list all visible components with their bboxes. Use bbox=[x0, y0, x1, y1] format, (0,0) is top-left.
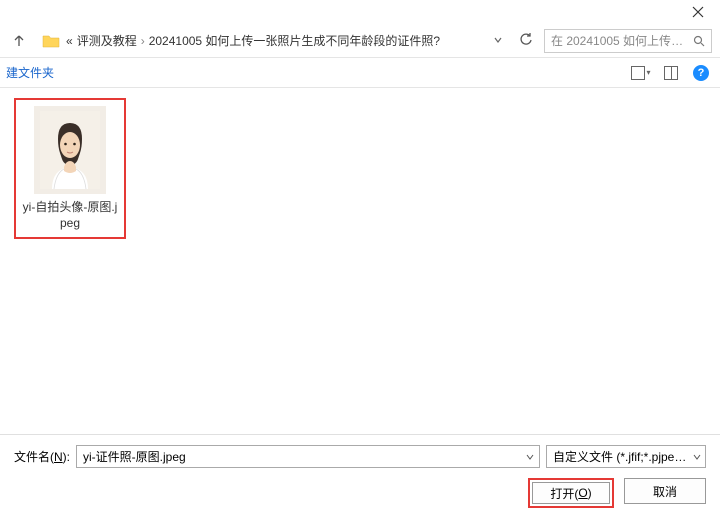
search-placeholder: 在 20241005 如何上传一张… bbox=[551, 32, 687, 49]
close-button[interactable] bbox=[676, 0, 720, 24]
filename-input-wrap bbox=[76, 445, 540, 468]
address-bar: « 评测及教程 › 20241005 如何上传一张照片生成不同年龄段的证件照? … bbox=[0, 24, 720, 58]
open-button-highlight: 打开(O) bbox=[528, 478, 614, 508]
filename-label: 文件名(N): bbox=[14, 448, 70, 465]
chevron-down-icon: ▾ bbox=[646, 68, 650, 77]
preview-pane-button[interactable] bbox=[658, 62, 684, 84]
search-icon bbox=[693, 35, 705, 47]
chevron-down-icon bbox=[493, 35, 503, 45]
cancel-button[interactable]: 取消 bbox=[624, 478, 706, 504]
folder-icon bbox=[42, 32, 60, 50]
breadcrumb[interactable]: « 评测及教程 › 20241005 如何上传一张照片生成不同年龄段的证件照? bbox=[66, 32, 482, 49]
preview-pane-icon bbox=[664, 66, 678, 80]
new-folder-button[interactable]: 建文件夹 bbox=[6, 64, 54, 81]
help-button[interactable]: ? bbox=[688, 62, 714, 84]
address-dropdown[interactable] bbox=[488, 34, 508, 48]
toolbar: 建文件夹 ▾ ? bbox=[0, 58, 720, 88]
search-input[interactable]: 在 20241005 如何上传一张… bbox=[544, 29, 712, 53]
open-button[interactable]: 打开(O) bbox=[532, 482, 610, 504]
filename-input[interactable] bbox=[77, 446, 521, 467]
filename-dropdown[interactable] bbox=[521, 450, 539, 464]
photo-thumbnail-icon bbox=[40, 111, 100, 189]
filetype-value: 自定义文件 (*.jfif;*.pjpeg;*.jpeg bbox=[553, 448, 693, 465]
breadcrumb-part[interactable]: 评测及教程 bbox=[77, 32, 137, 49]
view-mode-button[interactable]: ▾ bbox=[628, 62, 654, 84]
breadcrumb-part[interactable]: 20241005 如何上传一张照片生成不同年龄段的证件照? bbox=[149, 32, 440, 49]
help-icon: ? bbox=[693, 65, 709, 81]
file-list[interactable]: yi-自拍头像-原图.jpeg bbox=[0, 88, 720, 434]
button-row: 打开(O) 取消 bbox=[14, 478, 706, 508]
refresh-button[interactable] bbox=[514, 32, 538, 49]
filetype-select[interactable]: 自定义文件 (*.jfif;*.pjpeg;*.jpeg bbox=[546, 445, 706, 468]
view-icon bbox=[631, 66, 645, 80]
refresh-icon bbox=[519, 32, 533, 46]
dialog-footer: 文件名(N): 自定义文件 (*.jfif;*.pjpeg;*.jpeg 打开(… bbox=[0, 434, 720, 522]
file-thumbnail bbox=[34, 106, 106, 194]
chevron-down-icon bbox=[693, 453, 701, 461]
file-item[interactable]: yi-自拍头像-原图.jpeg bbox=[14, 98, 126, 239]
up-button[interactable] bbox=[8, 30, 30, 52]
breadcrumb-sep-icon: › bbox=[141, 34, 145, 48]
filename-row: 文件名(N): 自定义文件 (*.jfif;*.pjpeg;*.jpeg bbox=[14, 445, 706, 468]
titlebar bbox=[0, 0, 720, 24]
close-icon bbox=[692, 6, 704, 18]
chevron-down-icon bbox=[526, 453, 534, 461]
breadcrumb-prefix: « bbox=[66, 34, 73, 48]
up-arrow-icon bbox=[12, 34, 26, 48]
file-name: yi-自拍头像-原图.jpeg bbox=[22, 200, 118, 231]
